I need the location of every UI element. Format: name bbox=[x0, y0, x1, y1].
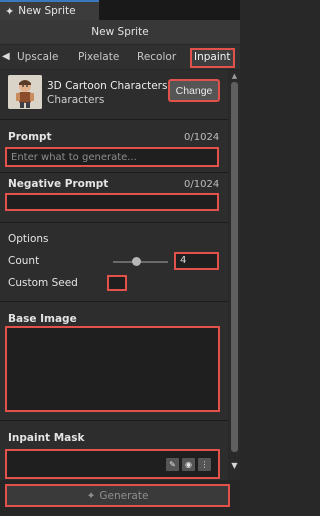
divider bbox=[0, 420, 228, 421]
inpaint-mask-tools: ✎ ◉ ⋮ bbox=[166, 458, 211, 471]
target-icon[interactable]: ◉ bbox=[182, 458, 195, 471]
window-tab-bar: ✦ New Sprite bbox=[0, 0, 240, 20]
change-model-button[interactable]: Change bbox=[168, 79, 220, 102]
tab-inpaint[interactable]: Inpaint bbox=[190, 48, 235, 68]
divider bbox=[0, 222, 228, 223]
prompt-counter: 0/1024 bbox=[184, 132, 220, 143]
custom-seed-checkbox[interactable] bbox=[107, 275, 127, 291]
inpaint-mask-label: Inpaint Mask bbox=[8, 432, 85, 444]
tab-recolor[interactable]: Recolor bbox=[137, 49, 176, 67]
scroll-left-icon[interactable]: ◀ bbox=[2, 50, 14, 64]
count-field[interactable]: 4 bbox=[174, 252, 219, 270]
generate-button[interactable]: ✦ Generate bbox=[5, 484, 230, 507]
window-tab[interactable]: ✦ New Sprite bbox=[0, 0, 99, 20]
model-thumbnail bbox=[8, 75, 42, 109]
scrollbar[interactable]: ▲ ▼ bbox=[229, 70, 240, 480]
prompt-input[interactable] bbox=[5, 147, 219, 167]
negative-prompt-input[interactable] bbox=[5, 193, 219, 211]
divider bbox=[0, 172, 228, 173]
base-image-dropzone[interactable] bbox=[5, 326, 220, 412]
panel-title: New Sprite bbox=[91, 26, 149, 38]
custom-seed-label: Custom Seed bbox=[8, 277, 78, 289]
tab-upscale[interactable]: Upscale bbox=[17, 49, 58, 67]
scroll-down-icon[interactable]: ▼ bbox=[230, 462, 239, 470]
more-icon[interactable]: ⋮ bbox=[198, 458, 211, 471]
sparkle-icon: ✦ bbox=[5, 4, 15, 18]
sparkle-icon: ✦ bbox=[86, 489, 96, 502]
model-name: 3D Cartoon Characters bbox=[47, 80, 168, 92]
mode-tabs: ◀ Upscale Pixelate Recolor Inpaint bbox=[0, 45, 240, 69]
count-slider-handle[interactable] bbox=[132, 257, 141, 266]
prompt-label: Prompt bbox=[8, 131, 52, 143]
generate-label: Generate bbox=[99, 489, 149, 502]
negative-prompt-counter: 0/1024 bbox=[184, 179, 220, 190]
options-label: Options bbox=[8, 233, 49, 245]
tab-pixelate[interactable]: Pixelate bbox=[78, 49, 119, 67]
pencil-icon[interactable]: ✎ bbox=[166, 458, 179, 471]
scroll-up-icon[interactable]: ▲ bbox=[230, 72, 239, 80]
divider bbox=[0, 119, 228, 120]
panel-header: New Sprite bbox=[0, 20, 240, 44]
count-label: Count bbox=[8, 255, 40, 267]
scroll-thumb[interactable] bbox=[231, 82, 238, 452]
negative-prompt-label: Negative Prompt bbox=[8, 178, 109, 190]
window-tab-title: New Sprite bbox=[18, 5, 76, 17]
divider bbox=[0, 301, 228, 302]
base-image-label: Base Image bbox=[8, 313, 77, 325]
model-category: Characters bbox=[47, 94, 105, 106]
